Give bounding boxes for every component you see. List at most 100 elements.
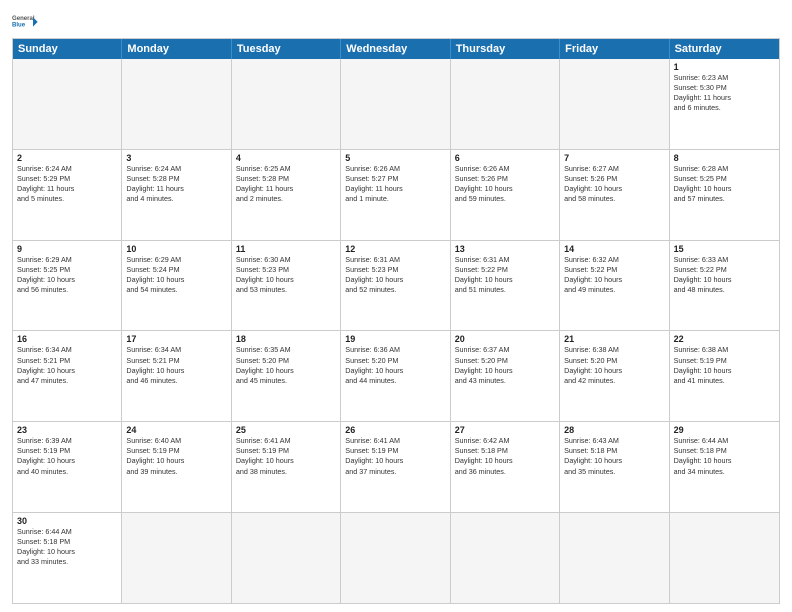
cell-info: Sunrise: 6:34 AM Sunset: 5:21 PM Dayligh… [126,345,226,385]
calendar-cell: 2Sunrise: 6:24 AM Sunset: 5:29 PM Daylig… [13,150,122,240]
calendar-cell: 30Sunrise: 6:44 AM Sunset: 5:18 PM Dayli… [13,513,122,603]
calendar-cell: 8Sunrise: 6:28 AM Sunset: 5:25 PM Daylig… [670,150,779,240]
cell-info: Sunrise: 6:25 AM Sunset: 5:28 PM Dayligh… [236,164,336,204]
cell-info: Sunrise: 6:44 AM Sunset: 5:18 PM Dayligh… [17,527,117,567]
calendar-cell [341,513,450,603]
calendar-cell: 9Sunrise: 6:29 AM Sunset: 5:25 PM Daylig… [13,241,122,331]
day-number: 3 [126,153,226,163]
day-number: 14 [564,244,664,254]
calendar-cell: 6Sunrise: 6:26 AM Sunset: 5:26 PM Daylig… [451,150,560,240]
day-number: 12 [345,244,445,254]
day-number: 13 [455,244,555,254]
cell-info: Sunrise: 6:30 AM Sunset: 5:23 PM Dayligh… [236,255,336,295]
calendar-cell: 11Sunrise: 6:30 AM Sunset: 5:23 PM Dayli… [232,241,341,331]
cell-info: Sunrise: 6:29 AM Sunset: 5:25 PM Dayligh… [17,255,117,295]
day-number: 9 [17,244,117,254]
cell-info: Sunrise: 6:43 AM Sunset: 5:18 PM Dayligh… [564,436,664,476]
calendar-row: 2Sunrise: 6:24 AM Sunset: 5:29 PM Daylig… [13,149,779,240]
calendar-row: 1Sunrise: 6:23 AM Sunset: 5:30 PM Daylig… [13,59,779,149]
calendar-cell: 16Sunrise: 6:34 AM Sunset: 5:21 PM Dayli… [13,331,122,421]
day-number: 6 [455,153,555,163]
cell-info: Sunrise: 6:42 AM Sunset: 5:18 PM Dayligh… [455,436,555,476]
cell-info: Sunrise: 6:38 AM Sunset: 5:19 PM Dayligh… [674,345,775,385]
day-number: 21 [564,334,664,344]
calendar-cell [122,59,231,149]
calendar-cell [451,513,560,603]
cell-info: Sunrise: 6:32 AM Sunset: 5:22 PM Dayligh… [564,255,664,295]
day-number: 8 [674,153,775,163]
cell-info: Sunrise: 6:44 AM Sunset: 5:18 PM Dayligh… [674,436,775,476]
day-number: 25 [236,425,336,435]
calendar-cell: 22Sunrise: 6:38 AM Sunset: 5:19 PM Dayli… [670,331,779,421]
cell-info: Sunrise: 6:40 AM Sunset: 5:19 PM Dayligh… [126,436,226,476]
calendar-cell: 12Sunrise: 6:31 AM Sunset: 5:23 PM Dayli… [341,241,450,331]
calendar-row: 23Sunrise: 6:39 AM Sunset: 5:19 PM Dayli… [13,421,779,512]
calendar-cell [122,513,231,603]
day-number: 1 [674,62,775,72]
calendar-cell: 10Sunrise: 6:29 AM Sunset: 5:24 PM Dayli… [122,241,231,331]
calendar-cell: 3Sunrise: 6:24 AM Sunset: 5:28 PM Daylig… [122,150,231,240]
calendar-cell [232,59,341,149]
cell-info: Sunrise: 6:24 AM Sunset: 5:29 PM Dayligh… [17,164,117,204]
cell-info: Sunrise: 6:23 AM Sunset: 5:30 PM Dayligh… [674,73,775,113]
calendar-cell: 19Sunrise: 6:36 AM Sunset: 5:20 PM Dayli… [341,331,450,421]
calendar-body: 1Sunrise: 6:23 AM Sunset: 5:30 PM Daylig… [13,59,779,603]
day-number: 29 [674,425,775,435]
cell-info: Sunrise: 6:26 AM Sunset: 5:26 PM Dayligh… [455,164,555,204]
cell-info: Sunrise: 6:26 AM Sunset: 5:27 PM Dayligh… [345,164,445,204]
calendar-cell: 26Sunrise: 6:41 AM Sunset: 5:19 PM Dayli… [341,422,450,512]
header: GeneralBlue [12,10,780,32]
day-number: 10 [126,244,226,254]
day-number: 11 [236,244,336,254]
day-number: 28 [564,425,664,435]
weekday-header: Sunday [13,39,122,59]
weekday-header: Friday [560,39,669,59]
day-number: 26 [345,425,445,435]
cell-info: Sunrise: 6:31 AM Sunset: 5:23 PM Dayligh… [345,255,445,295]
day-number: 4 [236,153,336,163]
cell-info: Sunrise: 6:24 AM Sunset: 5:28 PM Dayligh… [126,164,226,204]
cell-info: Sunrise: 6:36 AM Sunset: 5:20 PM Dayligh… [345,345,445,385]
calendar-row: 9Sunrise: 6:29 AM Sunset: 5:25 PM Daylig… [13,240,779,331]
calendar-row: 30Sunrise: 6:44 AM Sunset: 5:18 PM Dayli… [13,512,779,603]
cell-info: Sunrise: 6:27 AM Sunset: 5:26 PM Dayligh… [564,164,664,204]
calendar-cell [451,59,560,149]
calendar-cell: 18Sunrise: 6:35 AM Sunset: 5:20 PM Dayli… [232,331,341,421]
day-number: 17 [126,334,226,344]
calendar-cell [232,513,341,603]
page: GeneralBlue SundayMondayTuesdayWednesday… [0,0,792,612]
weekday-header: Thursday [451,39,560,59]
calendar-header: SundayMondayTuesdayWednesdayThursdayFrid… [13,39,779,59]
day-number: 24 [126,425,226,435]
calendar-cell: 25Sunrise: 6:41 AM Sunset: 5:19 PM Dayli… [232,422,341,512]
cell-info: Sunrise: 6:31 AM Sunset: 5:22 PM Dayligh… [455,255,555,295]
day-number: 30 [17,516,117,526]
day-number: 20 [455,334,555,344]
calendar-cell: 24Sunrise: 6:40 AM Sunset: 5:19 PM Dayli… [122,422,231,512]
day-number: 27 [455,425,555,435]
calendar-row: 16Sunrise: 6:34 AM Sunset: 5:21 PM Dayli… [13,330,779,421]
day-number: 16 [17,334,117,344]
cell-info: Sunrise: 6:39 AM Sunset: 5:19 PM Dayligh… [17,436,117,476]
calendar-cell: 5Sunrise: 6:26 AM Sunset: 5:27 PM Daylig… [341,150,450,240]
calendar-cell: 13Sunrise: 6:31 AM Sunset: 5:22 PM Dayli… [451,241,560,331]
cell-info: Sunrise: 6:28 AM Sunset: 5:25 PM Dayligh… [674,164,775,204]
calendar-cell: 28Sunrise: 6:43 AM Sunset: 5:18 PM Dayli… [560,422,669,512]
day-number: 15 [674,244,775,254]
calendar-cell [13,59,122,149]
cell-info: Sunrise: 6:34 AM Sunset: 5:21 PM Dayligh… [17,345,117,385]
calendar-cell: 27Sunrise: 6:42 AM Sunset: 5:18 PM Dayli… [451,422,560,512]
day-number: 2 [17,153,117,163]
calendar-cell [670,513,779,603]
svg-text:Blue: Blue [12,23,26,29]
day-number: 22 [674,334,775,344]
cell-info: Sunrise: 6:37 AM Sunset: 5:20 PM Dayligh… [455,345,555,385]
day-number: 23 [17,425,117,435]
calendar-cell: 20Sunrise: 6:37 AM Sunset: 5:20 PM Dayli… [451,331,560,421]
calendar-cell [560,513,669,603]
calendar-cell: 14Sunrise: 6:32 AM Sunset: 5:22 PM Dayli… [560,241,669,331]
calendar-cell: 29Sunrise: 6:44 AM Sunset: 5:18 PM Dayli… [670,422,779,512]
weekday-header: Tuesday [232,39,341,59]
cell-info: Sunrise: 6:41 AM Sunset: 5:19 PM Dayligh… [345,436,445,476]
calendar: SundayMondayTuesdayWednesdayThursdayFrid… [12,38,780,604]
